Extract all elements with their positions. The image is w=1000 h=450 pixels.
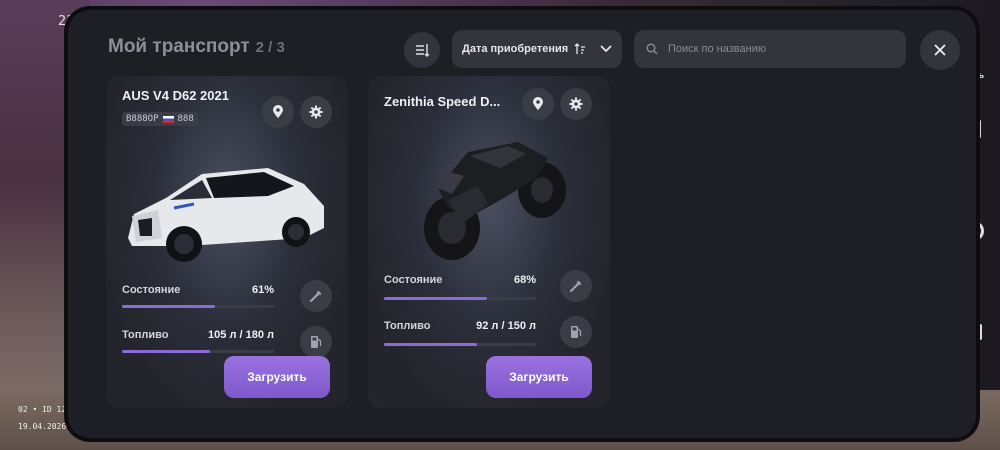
plate-number: B888OP <box>126 114 159 124</box>
repair-button[interactable] <box>560 270 592 302</box>
fuel-value: 105 л / 180 л <box>208 329 274 341</box>
settings-button[interactable] <box>300 96 332 128</box>
sort-label: Дата приобретения <box>462 43 569 55</box>
fuel-bar <box>384 343 536 346</box>
chevron-down-icon <box>600 45 612 53</box>
fuel-value: 92 л / 150 л <box>476 320 536 332</box>
search-input[interactable] <box>668 43 888 55</box>
filter-button[interactable] <box>404 32 440 68</box>
vehicle-name: AUS V4 D62 2021 <box>122 88 229 103</box>
wrench-icon <box>569 280 582 293</box>
load-button[interactable]: Загрузить <box>224 356 330 398</box>
fuel-bar-fill <box>384 343 477 346</box>
fuel-label: Топливо <box>384 320 431 332</box>
page-title: Мой транспорт 2 / 3 <box>108 36 285 58</box>
hud-date: 19.04.2026 <box>18 422 67 431</box>
search-box[interactable] <box>634 30 906 68</box>
locate-button[interactable] <box>522 88 554 120</box>
condition-bar-fill <box>122 305 215 308</box>
close-button[interactable] <box>920 30 960 70</box>
close-icon <box>934 44 946 56</box>
gear-icon <box>309 105 323 119</box>
search-icon <box>646 43 658 55</box>
settings-button[interactable] <box>560 88 592 120</box>
vehicle-count: 2 / 3 <box>255 39 285 56</box>
condition-value: 61% <box>251 284 274 296</box>
condition-bar-fill <box>384 297 488 300</box>
location-pin-icon <box>533 97 543 110</box>
filter-icon <box>416 44 429 57</box>
wrench-icon <box>309 290 322 303</box>
condition-label: Состояние <box>384 274 443 286</box>
motorcycle-image <box>424 142 566 260</box>
refuel-button[interactable] <box>300 326 332 358</box>
fuel-bar-fill <box>122 350 211 353</box>
title-text: Мой транспорт <box>108 36 250 57</box>
location-pin-icon <box>273 105 283 118</box>
condition-label: Состояние <box>122 284 181 296</box>
refuel-button[interactable] <box>560 316 592 348</box>
locate-button[interactable] <box>262 96 294 128</box>
repair-button[interactable] <box>300 280 332 312</box>
player-id: 02 • ID 129 <box>18 405 71 414</box>
fuel-pump-icon <box>311 336 322 348</box>
vehicle-name: Zenithia Speed D... <box>384 94 501 109</box>
car-image <box>128 168 324 262</box>
license-plate: B888OP 888 <box>122 112 198 126</box>
vehicle-card[interactable]: Zenithia Speed D... Состояние 68% Топлив… <box>368 76 610 408</box>
fuel-pump-icon <box>571 326 582 338</box>
gear-icon <box>569 97 583 111</box>
flag-icon <box>162 115 174 123</box>
vehicle-card[interactable]: AUS V4 D62 2021 B888OP 888 Состояние 61%… <box>106 76 348 408</box>
plate-region: 888 <box>177 114 194 124</box>
fuel-label: Топливо <box>122 329 169 341</box>
sort-select[interactable]: Дата приобретения <box>452 30 622 68</box>
garage-panel: Мой транспорт 2 / 3 Дата приобретения AUS… <box>68 10 976 438</box>
condition-value: 68% <box>513 274 536 286</box>
sort-order-icon <box>574 43 586 54</box>
condition-bar <box>122 305 274 308</box>
condition-bar <box>384 297 536 300</box>
load-button[interactable]: Загрузить <box>486 356 592 398</box>
fuel-bar <box>122 350 274 353</box>
